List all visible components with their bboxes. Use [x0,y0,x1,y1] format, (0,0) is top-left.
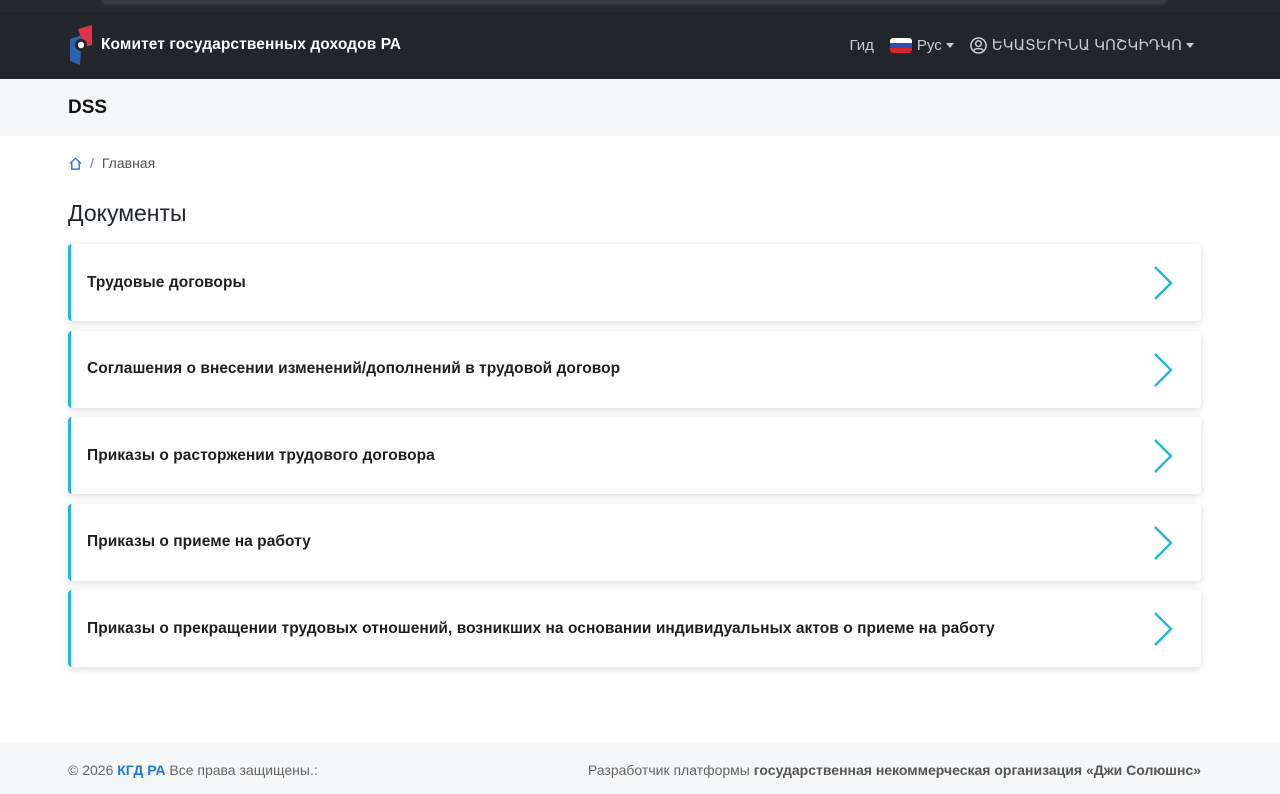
card-label: Приказы о приеме на работу [87,533,311,550]
copyright-year: © 2026 [68,762,114,778]
page-title: DSS [68,97,108,118]
caret-down-icon [945,42,954,48]
document-category-card[interactable]: Соглашения о внесении изменений/дополнен… [68,330,1201,408]
org-link[interactable]: КГД РА [117,762,165,778]
brand[interactable]: Комитет государственных доходов РА [68,24,401,66]
breadcrumb-current: Главная [101,155,156,171]
card-label: Приказы о прекращении трудовых отношений… [87,619,995,637]
chevron-right-icon [1154,352,1173,387]
developer-name: государственная некоммерческая организац… [753,762,1201,778]
card-label: Трудовые договоры [87,273,246,291]
chevron-right-icon [1154,439,1173,473]
rights-text: Все права защищены.: [169,762,318,778]
user-name: ԵԿԱՏԵՐԻՆԱ ԿՈՇԿԻԴԿՈ [991,37,1182,54]
browser-top-bar [0,0,1280,12]
card-label: Приказы о расторжении трудового договора [87,446,435,464]
chevron-right-icon [1154,525,1173,560]
document-category-list: Трудовые договоры Соглашения о внесении … [68,244,1201,677]
home-icon[interactable] [68,156,83,171]
document-category-card[interactable]: Трудовые договоры [68,244,1201,321]
breadcrumb-separator: / [90,155,94,171]
footer-developer: Разработчик платформы государственная не… [588,762,1201,778]
top-navbar: Комитет государственных доходов РА Гид Р… [0,12,1280,79]
user-circle-icon [969,36,987,54]
section-title: Документы [68,200,187,226]
navbar-right: Гид Рус ԵԿԱՏԵՐԻՆԱ ԿՈՇԿԻԴԿՈ [849,24,1194,66]
russia-flag-icon [889,37,912,53]
user-menu[interactable]: ԵԿԱՏԵՐԻՆԱ ԿՈՇԿԻԴԿՈ [969,36,1194,54]
language-dropdown[interactable]: Рус [889,36,954,54]
card-label: Соглашения о внесении изменений/дополнен… [87,360,621,377]
guide-link[interactable]: Гид [849,37,873,54]
caret-down-icon [1186,42,1194,48]
document-category-card[interactable]: Приказы о прекращении трудовых отношений… [68,590,1201,667]
address-bar [100,0,1168,6]
breadcrumb: / Главная [68,155,155,171]
footer-copyright: © 2026 КГД РА Все права защищены.: [68,762,318,778]
kgd-logo-icon [70,25,92,65]
page-header: DSS [0,79,1280,136]
brand-title: Комитет государственных доходов РА [101,36,402,53]
chevron-right-icon [1154,612,1173,646]
footer: © 2026 КГД РА Все права защищены.: Разра… [0,742,1280,794]
developer-prefix: Разработчик платформы [587,762,750,778]
language-label: Рус [916,36,942,54]
document-category-card[interactable]: Приказы о расторжении трудового договора [68,417,1201,494]
document-category-card[interactable]: Приказы о приеме на работу [68,503,1201,581]
chevron-right-icon [1154,266,1173,300]
